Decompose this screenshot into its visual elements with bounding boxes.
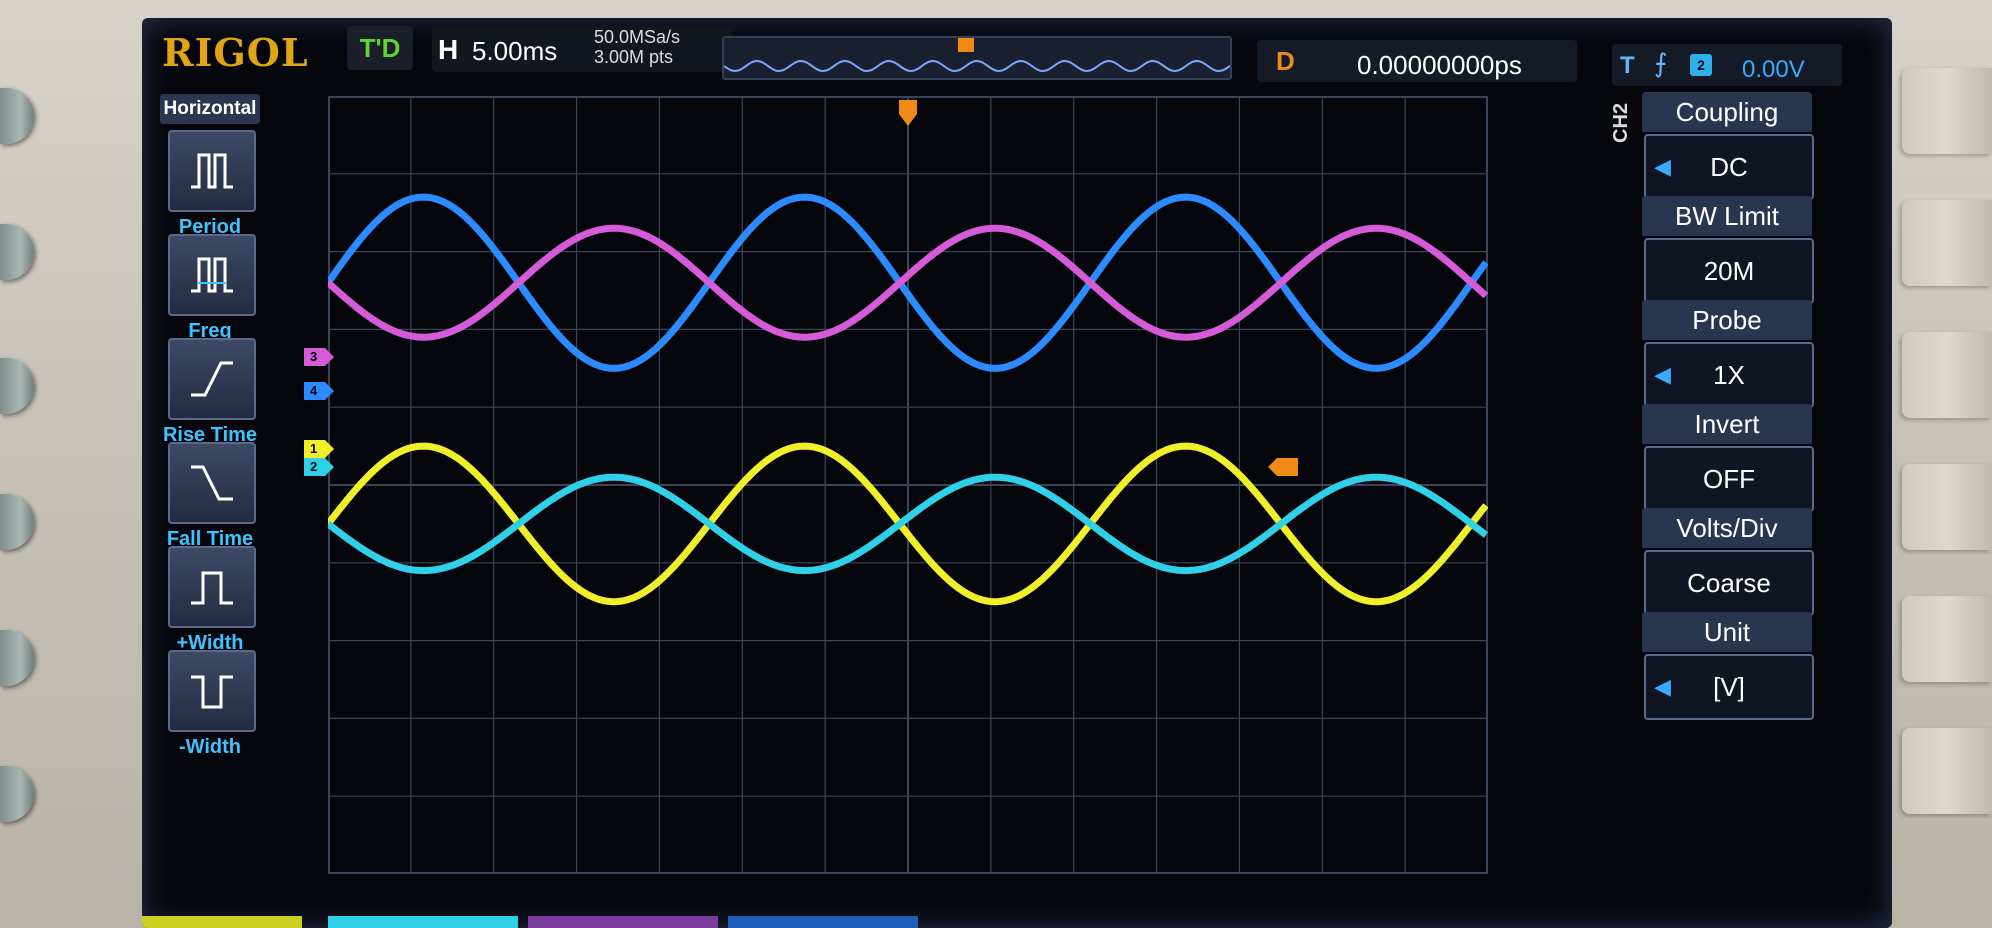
trigger-source-badge: 2 (1690, 54, 1712, 76)
horizontal-label: H (438, 34, 459, 65)
coupling-value: DC (1710, 152, 1748, 182)
negative-width-icon (168, 650, 256, 732)
memory-waveform-preview (723, 36, 1231, 73)
unit-header: Unit (1642, 612, 1812, 652)
period-icon (168, 130, 256, 212)
memory-depth: 3.00M pts (594, 47, 674, 67)
bw-limit-value: 20M (1703, 256, 1755, 286)
horizontal-menu-title: Horizontal (160, 94, 260, 124)
bw-limit-value-button[interactable]: 20M (1644, 238, 1814, 304)
unit-value: [V] (1713, 672, 1745, 702)
measure-period[interactable]: Period (162, 130, 258, 239)
measure-rise-time[interactable]: Rise Time (162, 338, 258, 447)
trigger-position-marker[interactable] (899, 100, 917, 126)
measure-negative-width-label: -Width (178, 736, 241, 758)
measure-fall-time[interactable]: Fall Time (162, 442, 258, 551)
brand-logo: RIGOL (162, 30, 309, 75)
measure-negative-width[interactable]: -Width (162, 650, 258, 759)
side-softkey-6[interactable] (0, 766, 34, 822)
ch2-tab[interactable] (328, 916, 518, 928)
ch3-tab[interactable] (528, 916, 718, 928)
invert-header: Invert (1642, 404, 1812, 444)
channel-tab-bar (142, 916, 918, 928)
trigger-position-marker (958, 36, 974, 52)
cycle-arrow-icon: ◀ (1654, 154, 1671, 179)
ch1-tab[interactable] (142, 916, 302, 928)
ch4-tab[interactable] (728, 916, 918, 928)
side-softkey-5[interactable] (0, 630, 34, 686)
menu-key-3[interactable] (1902, 332, 1992, 418)
side-softkey-4[interactable] (0, 494, 34, 550)
menu-key-5[interactable] (1902, 596, 1992, 682)
waveform-display[interactable] (328, 96, 1488, 874)
trigger-box[interactable] (1612, 44, 1842, 86)
scope-screen: RIGOL T'D H 5.00ms 50.0MSa/s 3.00M pts D… (142, 18, 1892, 928)
menu-key-6[interactable] (1902, 728, 1992, 814)
memory-overview (722, 36, 1232, 80)
probe-header: Probe (1642, 300, 1812, 340)
probe-value-button[interactable]: ◀ 1X (1644, 342, 1814, 408)
invert-value-button[interactable]: OFF (1644, 446, 1814, 512)
volts-div-value-button[interactable]: Coarse (1644, 550, 1814, 616)
rise-time-icon (168, 338, 256, 420)
cycle-arrow-icon: ◀ (1654, 362, 1671, 387)
side-softkey-2[interactable] (0, 224, 34, 280)
rising-edge-icon: ⨍ (1654, 48, 1668, 78)
measure-freq[interactable]: Freq (162, 234, 258, 343)
coupling-value-button[interactable]: ◀ DC (1644, 134, 1814, 200)
cycle-arrow-icon: ◀ (1654, 674, 1671, 699)
sample-rate: 50.0MSa/s (594, 27, 681, 47)
channel-menu-indicator: CH2 (1610, 102, 1632, 143)
trigger-label: T (1620, 52, 1635, 79)
menu-key-4[interactable] (1902, 464, 1992, 550)
run-status-badge[interactable]: T'D (347, 26, 413, 70)
positive-width-icon (168, 546, 256, 628)
measure-positive-width[interactable]: +Width (162, 546, 258, 655)
timebase-value: 5.00ms (472, 36, 558, 66)
side-softkey-3[interactable] (0, 358, 34, 414)
fall-time-icon (168, 442, 256, 524)
delay-label: D (1276, 46, 1295, 76)
trigger-level: 0.00V (1742, 56, 1805, 83)
frequency-icon (168, 234, 256, 316)
volts-div-value: Coarse (1687, 568, 1771, 598)
side-softkey-1[interactable] (0, 88, 34, 144)
menu-key-2[interactable] (1902, 200, 1992, 286)
delay-value: 0.00000000ps (1357, 50, 1522, 80)
unit-value-button[interactable]: ◀ [V] (1644, 654, 1814, 720)
volts-div-header: Volts/Div (1642, 508, 1812, 548)
invert-value: OFF (1703, 464, 1755, 494)
menu-key-1[interactable] (1902, 68, 1992, 154)
bw-limit-header: BW Limit (1642, 196, 1812, 236)
probe-value: 1X (1713, 360, 1745, 390)
coupling-header: Coupling (1642, 92, 1812, 132)
